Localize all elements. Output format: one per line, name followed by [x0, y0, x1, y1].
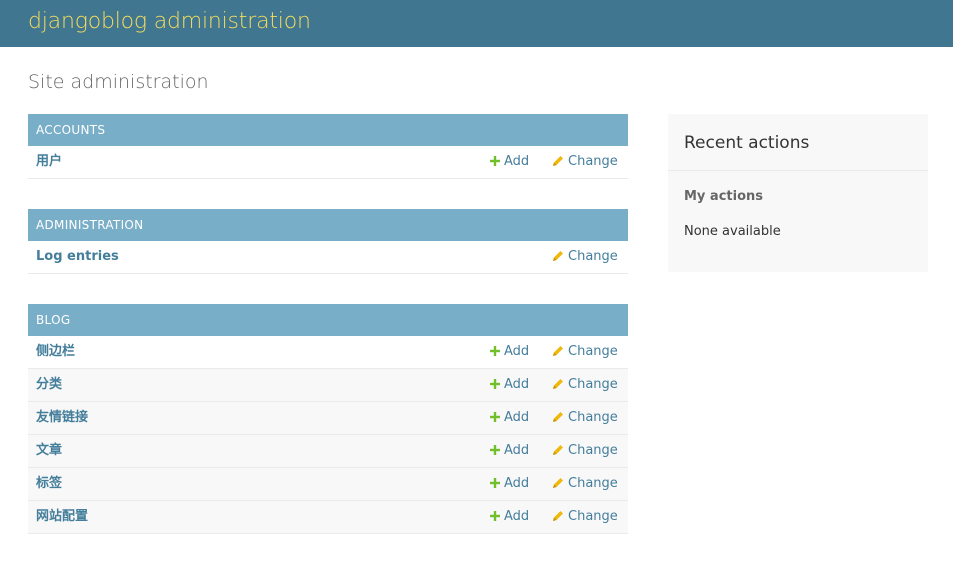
plus-icon: [490, 510, 500, 521]
change-log-entries-button[interactable]: Change: [552, 241, 618, 273]
change-label: Change: [568, 410, 618, 425]
change-label: Change: [568, 249, 618, 264]
change-label: Change: [568, 509, 618, 524]
plus-icon: [490, 378, 500, 389]
model-link-links[interactable]: 友情链接: [36, 402, 88, 434]
change-article-button[interactable]: Change: [552, 435, 618, 467]
add-label: Add: [504, 443, 530, 458]
my-actions-heading: My actions: [684, 189, 764, 204]
add-article-button[interactable]: Add: [490, 435, 529, 467]
model-row-category: 分类 Add Change: [28, 369, 628, 402]
module-caption-administration[interactable]: ADMINISTRATION: [28, 209, 628, 241]
pencil-icon: [553, 444, 563, 455]
model-link-article[interactable]: 文章: [36, 435, 62, 467]
model-row-users: 用户 Add Change: [28, 146, 628, 179]
recent-actions-divider: [668, 170, 928, 171]
change-label: Change: [568, 476, 618, 491]
header-bar: djangoblog administration: [0, 0, 953, 47]
model-row-sidebar: 侧边栏 Add Change: [28, 336, 628, 369]
add-category-button[interactable]: Add: [490, 369, 529, 401]
plus-icon: [490, 345, 500, 356]
none-available-text: None available: [684, 224, 781, 239]
module-accounts: ACCOUNTS 用户 Add Change: [28, 114, 628, 179]
pencil-icon: [553, 250, 563, 261]
module-administration: ADMINISTRATION Log entries Change: [28, 209, 628, 274]
pencil-icon: [553, 510, 563, 521]
change-site-config-button[interactable]: Change: [552, 501, 618, 533]
pencil-icon: [553, 477, 563, 488]
model-link-tag[interactable]: 标签: [36, 468, 62, 500]
module-caption-accounts[interactable]: ACCOUNTS: [28, 114, 628, 146]
model-row-tag: 标签 Add Change: [28, 468, 628, 501]
model-row-article: 文章 Add Change: [28, 435, 628, 468]
model-link-category[interactable]: 分类: [36, 369, 62, 401]
recent-actions-title: Recent actions: [684, 133, 810, 153]
recent-actions-panel: Recent actions My actions None available: [668, 114, 928, 272]
model-link-sidebar[interactable]: 侧边栏: [36, 336, 75, 368]
module-blog: BLOG 侧边栏 Add Change 分类 Add Change 友情链接 A…: [28, 304, 628, 534]
pencil-icon: [553, 345, 563, 356]
model-row-site-config: 网站配置 Add Change: [28, 501, 628, 534]
plus-icon: [490, 444, 500, 455]
module-caption-blog[interactable]: BLOG: [28, 304, 628, 336]
add-label: Add: [504, 154, 530, 169]
add-label: Add: [504, 344, 530, 359]
change-tag-button[interactable]: Change: [552, 468, 618, 500]
add-users-button[interactable]: Add: [490, 146, 529, 178]
plus-icon: [490, 411, 500, 422]
change-category-button[interactable]: Change: [552, 369, 618, 401]
change-links-button[interactable]: Change: [552, 402, 618, 434]
change-label: Change: [568, 443, 618, 458]
change-label: Change: [568, 344, 618, 359]
change-label: Change: [568, 154, 618, 169]
page-title: Site administration: [28, 71, 209, 93]
add-label: Add: [504, 476, 530, 491]
add-label: Add: [504, 509, 530, 524]
pencil-icon: [553, 378, 563, 389]
change-label: Change: [568, 377, 618, 392]
model-link-users[interactable]: 用户: [36, 146, 62, 178]
add-label: Add: [504, 377, 530, 392]
change-sidebar-button[interactable]: Change: [552, 336, 618, 368]
model-row-log-entries: Log entries Change: [28, 241, 628, 274]
pencil-icon: [553, 411, 563, 422]
add-links-button[interactable]: Add: [490, 402, 529, 434]
add-sidebar-button[interactable]: Add: [490, 336, 529, 368]
pencil-icon: [553, 155, 563, 166]
add-site-config-button[interactable]: Add: [490, 501, 529, 533]
change-users-button[interactable]: Change: [552, 146, 618, 178]
model-link-site-config[interactable]: 网站配置: [36, 501, 88, 533]
site-title-link[interactable]: djangoblog administration: [28, 9, 311, 34]
model-row-links: 友情链接 Add Change: [28, 402, 628, 435]
plus-icon: [490, 155, 500, 166]
model-link-log-entries[interactable]: Log entries: [36, 241, 119, 273]
add-tag-button[interactable]: Add: [490, 468, 529, 500]
plus-icon: [490, 477, 500, 488]
add-label: Add: [504, 410, 530, 425]
